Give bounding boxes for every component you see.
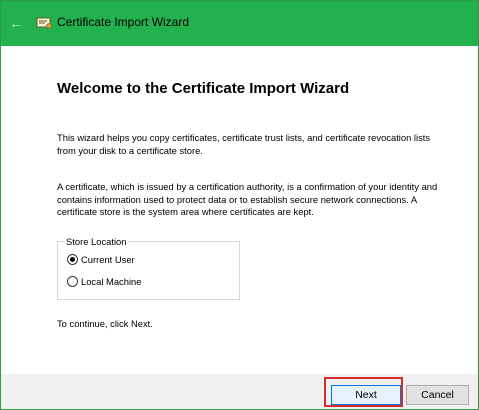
window-title: Certificate Import Wizard — [57, 15, 190, 29]
store-location-legend: Store Location — [64, 236, 129, 248]
title-bar: ← Certificate Import Wizard — [1, 1, 478, 46]
local-machine-radio[interactable]: Local Machine — [67, 276, 141, 287]
radio-unselected-icon[interactable] — [67, 276, 78, 287]
intro-paragraph: This wizard helps you copy certificates,… — [57, 132, 431, 156]
back-arrow-icon[interactable]: ← — [9, 15, 25, 31]
next-button[interactable]: Next — [331, 385, 401, 405]
cancel-button[interactable]: Cancel — [406, 385, 469, 405]
current-user-radio[interactable]: Current User — [67, 254, 135, 265]
local-machine-label: Local Machine — [81, 276, 142, 287]
certificate-description-paragraph: A certificate, which is issued by a cert… — [57, 181, 438, 217]
radio-selected-icon[interactable] — [67, 254, 78, 265]
current-user-label: Current User — [81, 254, 135, 265]
certificate-icon — [36, 17, 52, 29]
page-heading: Welcome to the Certificate Import Wizard — [57, 80, 350, 97]
certificate-import-wizard-window: ← Certificate Import Wizard Welcome to t… — [0, 0, 479, 410]
store-location-group — [57, 241, 240, 300]
continue-instruction: To continue, click Next. — [57, 318, 153, 329]
